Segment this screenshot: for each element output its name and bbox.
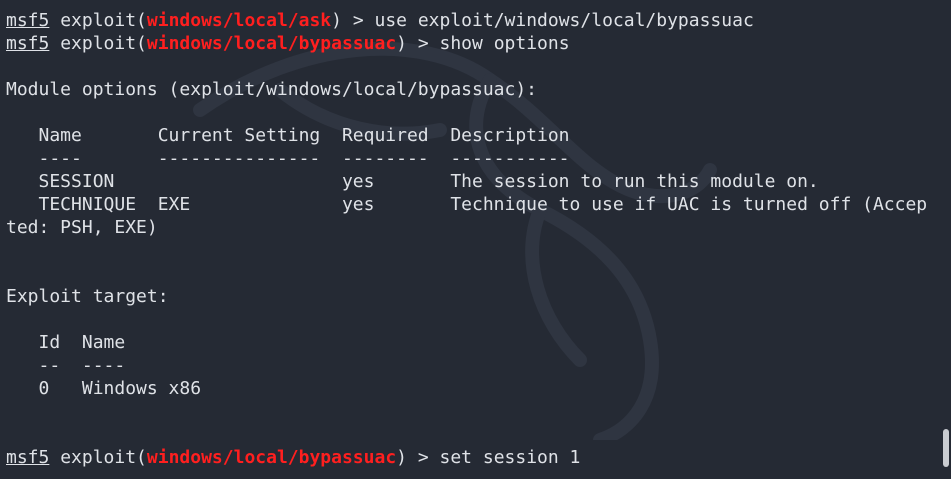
msf-prompt: msf5 (6, 10, 50, 31)
command-text: ) > set session 1 (396, 447, 581, 468)
exploit-target-heading: Exploit target: (6, 286, 169, 307)
msf-prompt: msf5 (6, 447, 50, 468)
scrollbar[interactable] (941, 0, 951, 479)
prompt-text: exploit( (49, 447, 147, 468)
scrollbar-thumb[interactable] (943, 429, 949, 467)
options-table-divider: ---- --------------- -------- ----------… (6, 148, 570, 169)
target-table-row: 0 Windows x86 (6, 378, 202, 399)
prompt-text: exploit( (49, 33, 147, 54)
module-name: windows/local/ask (146, 10, 332, 31)
options-table-header: Name Current Setting Required Descriptio… (6, 125, 570, 146)
options-table-row: TECHNIQUE EXE yes Technique to use if UA… (6, 194, 928, 215)
terminal-line[interactable]: msf5 exploit(windows/local/bypassuac) > … (6, 446, 580, 469)
command-text: ) > show options (396, 33, 570, 54)
target-table-divider: -- ---- (6, 355, 126, 376)
target-table-header: Id Name (6, 332, 126, 353)
module-name: windows/local/bypassuac (146, 447, 397, 468)
module-name: windows/local/bypassuac (146, 33, 397, 54)
module-options-heading: Module options (exploit/windows/local/by… (6, 79, 538, 100)
msf-prompt: msf5 (6, 33, 50, 54)
options-table-row-wrap: ted: PSH, EXE) (6, 217, 158, 238)
terminal-window[interactable]: msf5 exploit(windows/local/ask) > use ex… (0, 0, 951, 479)
prompt-text: exploit( (49, 10, 147, 31)
command-text: ) > use exploit/windows/local/bypassuac (331, 10, 754, 31)
options-table-row: SESSION yes The session to run this modu… (6, 171, 819, 192)
terminal-line: msf5 exploit(windows/local/bypassuac) > … (6, 32, 570, 55)
terminal-line: msf5 exploit(windows/local/ask) > use ex… (6, 9, 754, 32)
